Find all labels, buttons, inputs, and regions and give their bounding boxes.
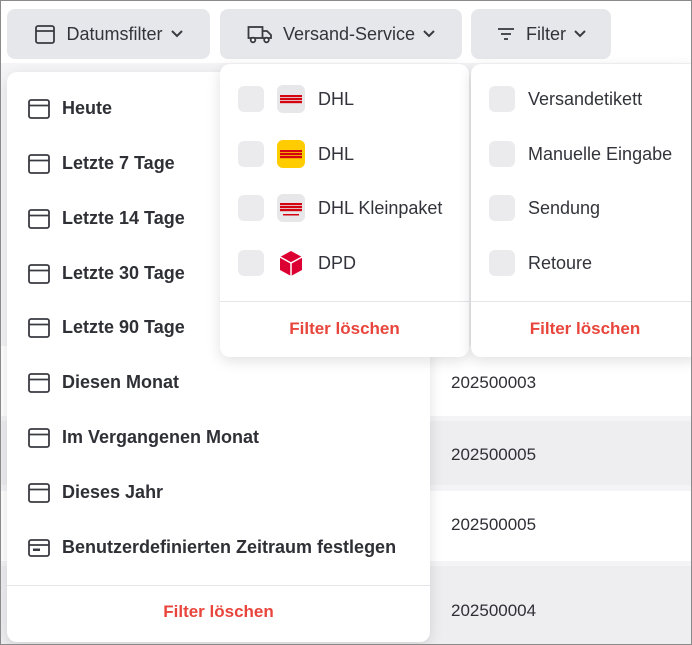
date-option-this-month[interactable]: Diesen Monat bbox=[7, 362, 430, 402]
chevron-down-icon bbox=[423, 27, 435, 41]
dhl-yellow-logo bbox=[277, 140, 305, 168]
app-frame: 202500003 202500005 202500005 202500004 … bbox=[0, 0, 692, 645]
shipping-service-button[interactable]: Versand-Service bbox=[220, 9, 462, 59]
calendar-icon bbox=[34, 23, 56, 45]
type-option-shipment[interactable]: Sendung bbox=[471, 188, 691, 228]
shipping-option-dpd[interactable]: DPD bbox=[220, 243, 469, 283]
type-option-label: Retoure bbox=[528, 252, 593, 273]
checkbox[interactable] bbox=[489, 141, 515, 167]
calendar-icon bbox=[27, 262, 51, 286]
date-filter-label: Datumsfilter bbox=[66, 23, 163, 44]
checkbox[interactable] bbox=[238, 250, 264, 276]
checkbox[interactable] bbox=[238, 141, 264, 167]
date-option-label: Im Vergangenen Monat bbox=[62, 426, 260, 447]
type-option-label: Versandetikett bbox=[528, 88, 643, 109]
filter-label: Filter bbox=[526, 23, 566, 44]
shipping-option-label: DHL Kleinpaket bbox=[318, 197, 443, 218]
date-option-label: Letzte 90 Tage bbox=[62, 316, 185, 337]
order-number: 202500005 bbox=[451, 515, 537, 534]
dhl-kleinpaket-logo bbox=[277, 194, 305, 222]
calendar-icon bbox=[27, 316, 51, 340]
divider bbox=[220, 301, 469, 302]
date-option-label: Letzte 14 Tage bbox=[62, 207, 185, 228]
shipping-option-label: DPD bbox=[318, 252, 357, 273]
date-option-label: Letzte 30 Tage bbox=[62, 262, 185, 283]
order-number: 202500004 bbox=[451, 601, 537, 620]
clear-date-filter-link[interactable]: Filter löschen bbox=[7, 602, 430, 622]
date-option-label: Heute bbox=[62, 97, 113, 118]
shipping-option-dhl-kleinpaket[interactable]: DHL Kleinpaket bbox=[220, 188, 469, 228]
shipping-option-label: DHL bbox=[318, 88, 355, 109]
chevron-down-icon bbox=[170, 27, 183, 41]
type-option-label: Sendung bbox=[528, 197, 601, 218]
calendar-icon bbox=[27, 481, 51, 505]
dpd-logo bbox=[277, 249, 305, 277]
type-option-shipping-label[interactable]: Versandetikett bbox=[471, 79, 691, 119]
shipping-option-dhl[interactable]: DHL bbox=[220, 79, 469, 119]
clear-type-filter-link[interactable]: Filter löschen bbox=[471, 319, 691, 339]
checkbox[interactable] bbox=[238, 86, 264, 112]
date-option-label: Diesen Monat bbox=[62, 371, 180, 392]
dhl-grey-logo bbox=[277, 85, 305, 113]
date-filter-button[interactable]: Datumsfilter bbox=[7, 9, 210, 59]
date-option-label: Dieses Jahr bbox=[62, 481, 164, 502]
date-option-custom-range[interactable]: Benutzerdefinierten Zeitraum festlegen bbox=[7, 527, 430, 567]
shipping-option-dhl-2[interactable]: DHL bbox=[220, 134, 469, 174]
type-option-label: Manuelle Eingabe bbox=[528, 143, 673, 164]
order-number: 202500005 bbox=[451, 445, 537, 464]
calendar-icon bbox=[27, 207, 51, 231]
filter-toolbar: Datumsfilter Versand-Service Filter bbox=[1, 1, 691, 63]
order-number: 202500003 bbox=[451, 373, 537, 392]
filter-lines-icon bbox=[496, 27, 516, 41]
type-option-manual-entry[interactable]: Manuelle Eingabe bbox=[471, 134, 691, 174]
checkbox[interactable] bbox=[238, 195, 264, 221]
shipping-option-label: DHL bbox=[318, 143, 355, 164]
date-option-this-year[interactable]: Dieses Jahr bbox=[7, 472, 430, 512]
type-filter-dropdown: Versandetikett Manuelle Eingabe Sendung … bbox=[471, 64, 691, 357]
date-option-last-month[interactable]: Im Vergangenen Monat bbox=[7, 417, 430, 457]
type-option-return[interactable]: Retoure bbox=[471, 243, 691, 283]
checkbox[interactable] bbox=[489, 250, 515, 276]
calendar-icon bbox=[27, 371, 51, 395]
calendar-icon bbox=[27, 152, 51, 176]
date-option-label: Benutzerdefinierten Zeitraum festlegen bbox=[62, 536, 397, 557]
truck-icon bbox=[247, 24, 273, 44]
clear-shipping-filter-link[interactable]: Filter löschen bbox=[220, 319, 469, 339]
calendar-icon bbox=[27, 97, 51, 121]
shipping-service-dropdown: DHL DHL DHL Kleinpaket DPD Filter lösche… bbox=[220, 64, 469, 357]
calendar-icon bbox=[27, 426, 51, 450]
shipping-service-label: Versand-Service bbox=[282, 23, 416, 44]
divider bbox=[471, 301, 691, 302]
checkbox[interactable] bbox=[489, 195, 515, 221]
divider bbox=[7, 585, 430, 586]
chevron-down-icon bbox=[574, 27, 586, 41]
checkbox[interactable] bbox=[489, 86, 515, 112]
calendar-range-icon bbox=[27, 536, 51, 560]
filter-button[interactable]: Filter bbox=[471, 9, 611, 59]
date-option-label: Letzte 7 Tage bbox=[62, 152, 175, 173]
